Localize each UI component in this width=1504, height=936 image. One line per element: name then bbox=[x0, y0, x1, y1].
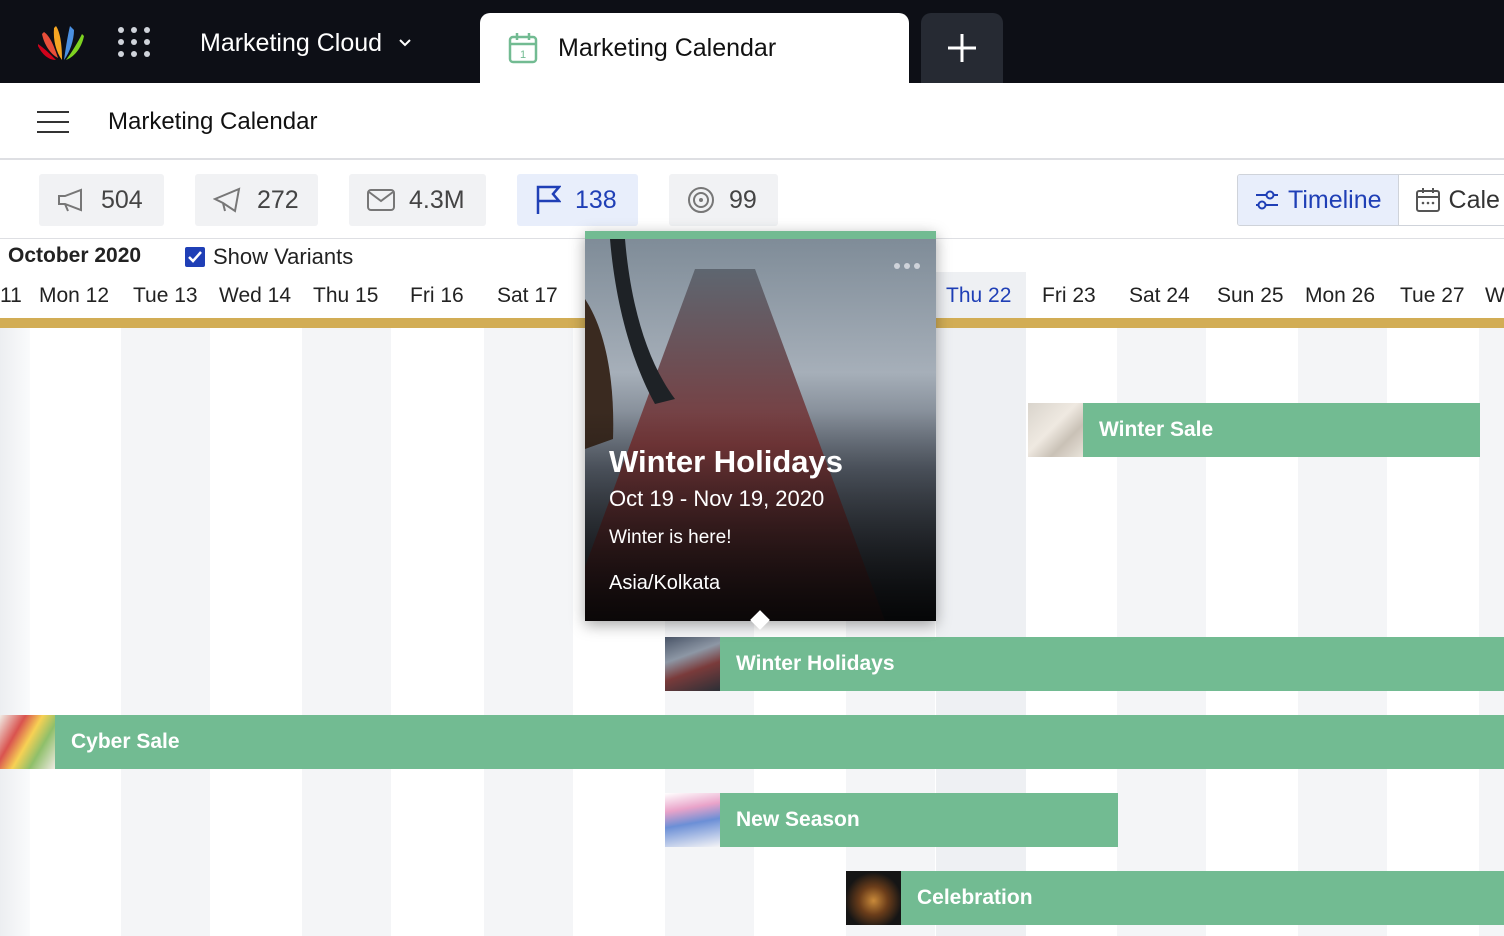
event-thumbnail bbox=[665, 637, 720, 691]
event-thumbnail bbox=[665, 793, 720, 847]
day-header: Tue 13 bbox=[133, 284, 198, 307]
day-header: W bbox=[1485, 284, 1504, 307]
event-label: Celebration bbox=[917, 886, 1033, 909]
scroll-fade bbox=[0, 328, 30, 936]
stat-value: 504 bbox=[101, 185, 143, 214]
sliders-icon bbox=[1256, 190, 1278, 210]
app-switcher[interactable]: Marketing Cloud bbox=[200, 27, 412, 59]
column-shade bbox=[302, 328, 391, 936]
stat-sub-campaigns[interactable]: 272 bbox=[195, 174, 318, 226]
day-header: 11 bbox=[0, 284, 22, 307]
event-winter-sale[interactable]: Winter Sale bbox=[1028, 403, 1480, 457]
hamburger-menu-icon[interactable] bbox=[37, 111, 69, 133]
column-shade bbox=[484, 328, 573, 936]
show-variants-checkbox[interactable]: Show Variants bbox=[185, 244, 353, 270]
day-header: Mon 12 bbox=[39, 284, 110, 307]
event-thumbnail bbox=[0, 715, 55, 769]
event-thumbnail bbox=[1028, 403, 1083, 457]
stat-targets[interactable]: 99 bbox=[669, 174, 778, 226]
day-header: Mon 26 bbox=[1305, 284, 1376, 307]
stat-value: 4.3M bbox=[409, 185, 465, 214]
event-label: Winter Sale bbox=[1099, 418, 1214, 441]
day-header: Fri 23 bbox=[1042, 284, 1096, 307]
event-popover: Winter Holidays Oct 19 - Nov 19, 2020 Wi… bbox=[585, 231, 936, 630]
stat-campaigns[interactable]: 504 bbox=[39, 174, 164, 226]
stat-value: 138 bbox=[575, 185, 617, 214]
day-header-today: Thu 22 bbox=[946, 284, 1012, 307]
view-toggle: Timeline Cale bbox=[1237, 174, 1504, 226]
stat-value: 99 bbox=[729, 185, 757, 214]
column-shade bbox=[1479, 328, 1504, 936]
envelope-icon bbox=[367, 189, 395, 211]
day-header: Tue 27 bbox=[1400, 284, 1465, 307]
svg-text:1: 1 bbox=[520, 49, 526, 61]
sprinklr-logo[interactable] bbox=[36, 22, 88, 64]
flag-icon bbox=[536, 185, 561, 214]
event-label: Winter Holidays bbox=[736, 652, 895, 675]
day-header: Sat 17 bbox=[497, 284, 558, 307]
month-label: October 2020 bbox=[8, 244, 142, 267]
page-header: Marketing Calendar bbox=[0, 83, 1504, 160]
event-new-season[interactable]: New Season bbox=[665, 793, 1118, 847]
stat-value: 272 bbox=[257, 185, 299, 214]
timeline-view-button[interactable]: Timeline bbox=[1238, 175, 1399, 225]
day-header: Thu 15 bbox=[313, 284, 379, 307]
event-winter-holidays[interactable]: Winter Holidays bbox=[665, 637, 1504, 691]
calendar-view-button[interactable]: Cale bbox=[1398, 175, 1504, 225]
event-label: Cyber Sale bbox=[71, 730, 180, 753]
tab-label: Marketing Calendar bbox=[558, 33, 777, 62]
event-cover-image bbox=[585, 239, 936, 621]
popover-dates: Oct 19 - Nov 19, 2020 bbox=[609, 486, 825, 511]
checkbox-checked-icon bbox=[185, 247, 205, 267]
stats-bar: 504 272 4.3M 138 99 Timeline Cale bbox=[0, 161, 1504, 239]
event-label: New Season bbox=[736, 808, 860, 831]
app-grid-icon[interactable] bbox=[118, 27, 152, 59]
popover-description: Winter is here! bbox=[609, 527, 732, 548]
popover-timezone: Asia/Kolkata bbox=[609, 572, 721, 594]
stat-milestones[interactable]: 138 bbox=[517, 174, 638, 226]
column-shade bbox=[121, 328, 210, 936]
tab-marketing-calendar[interactable]: 1 Marketing Calendar bbox=[480, 13, 909, 83]
event-thumbnail bbox=[846, 871, 901, 925]
plus-icon bbox=[948, 34, 976, 62]
add-tab-button[interactable] bbox=[921, 13, 1003, 83]
stat-messages[interactable]: 4.3M bbox=[349, 174, 486, 226]
target-icon bbox=[688, 187, 714, 213]
timeline-label: Timeline bbox=[1288, 185, 1382, 214]
popover-title: Winter Holidays bbox=[609, 444, 843, 479]
day-header: Sat 24 bbox=[1129, 284, 1190, 307]
show-variants-label: Show Variants bbox=[213, 244, 354, 269]
app-name: Marketing Cloud bbox=[200, 28, 383, 57]
day-header: Wed 14 bbox=[219, 284, 291, 307]
more-options-icon[interactable] bbox=[894, 263, 920, 269]
day-header: Fri 16 bbox=[410, 284, 464, 307]
chevron-down-icon bbox=[399, 39, 411, 47]
top-app-bar: Marketing Cloud 1 Marketing Calendar bbox=[0, 0, 1504, 83]
megaphone-icon bbox=[58, 188, 82, 212]
page-title: Marketing Calendar bbox=[108, 108, 318, 135]
calendar-icon: 1 bbox=[508, 33, 538, 64]
event-cyber-sale[interactable]: Cyber Sale bbox=[0, 715, 1504, 769]
megaphone-outline-icon bbox=[213, 187, 241, 213]
calendar-icon bbox=[1415, 188, 1440, 212]
event-celebration[interactable]: Celebration bbox=[846, 871, 1504, 925]
calendar-label: Cale bbox=[1448, 185, 1500, 214]
day-header: Sun 25 bbox=[1217, 284, 1284, 307]
